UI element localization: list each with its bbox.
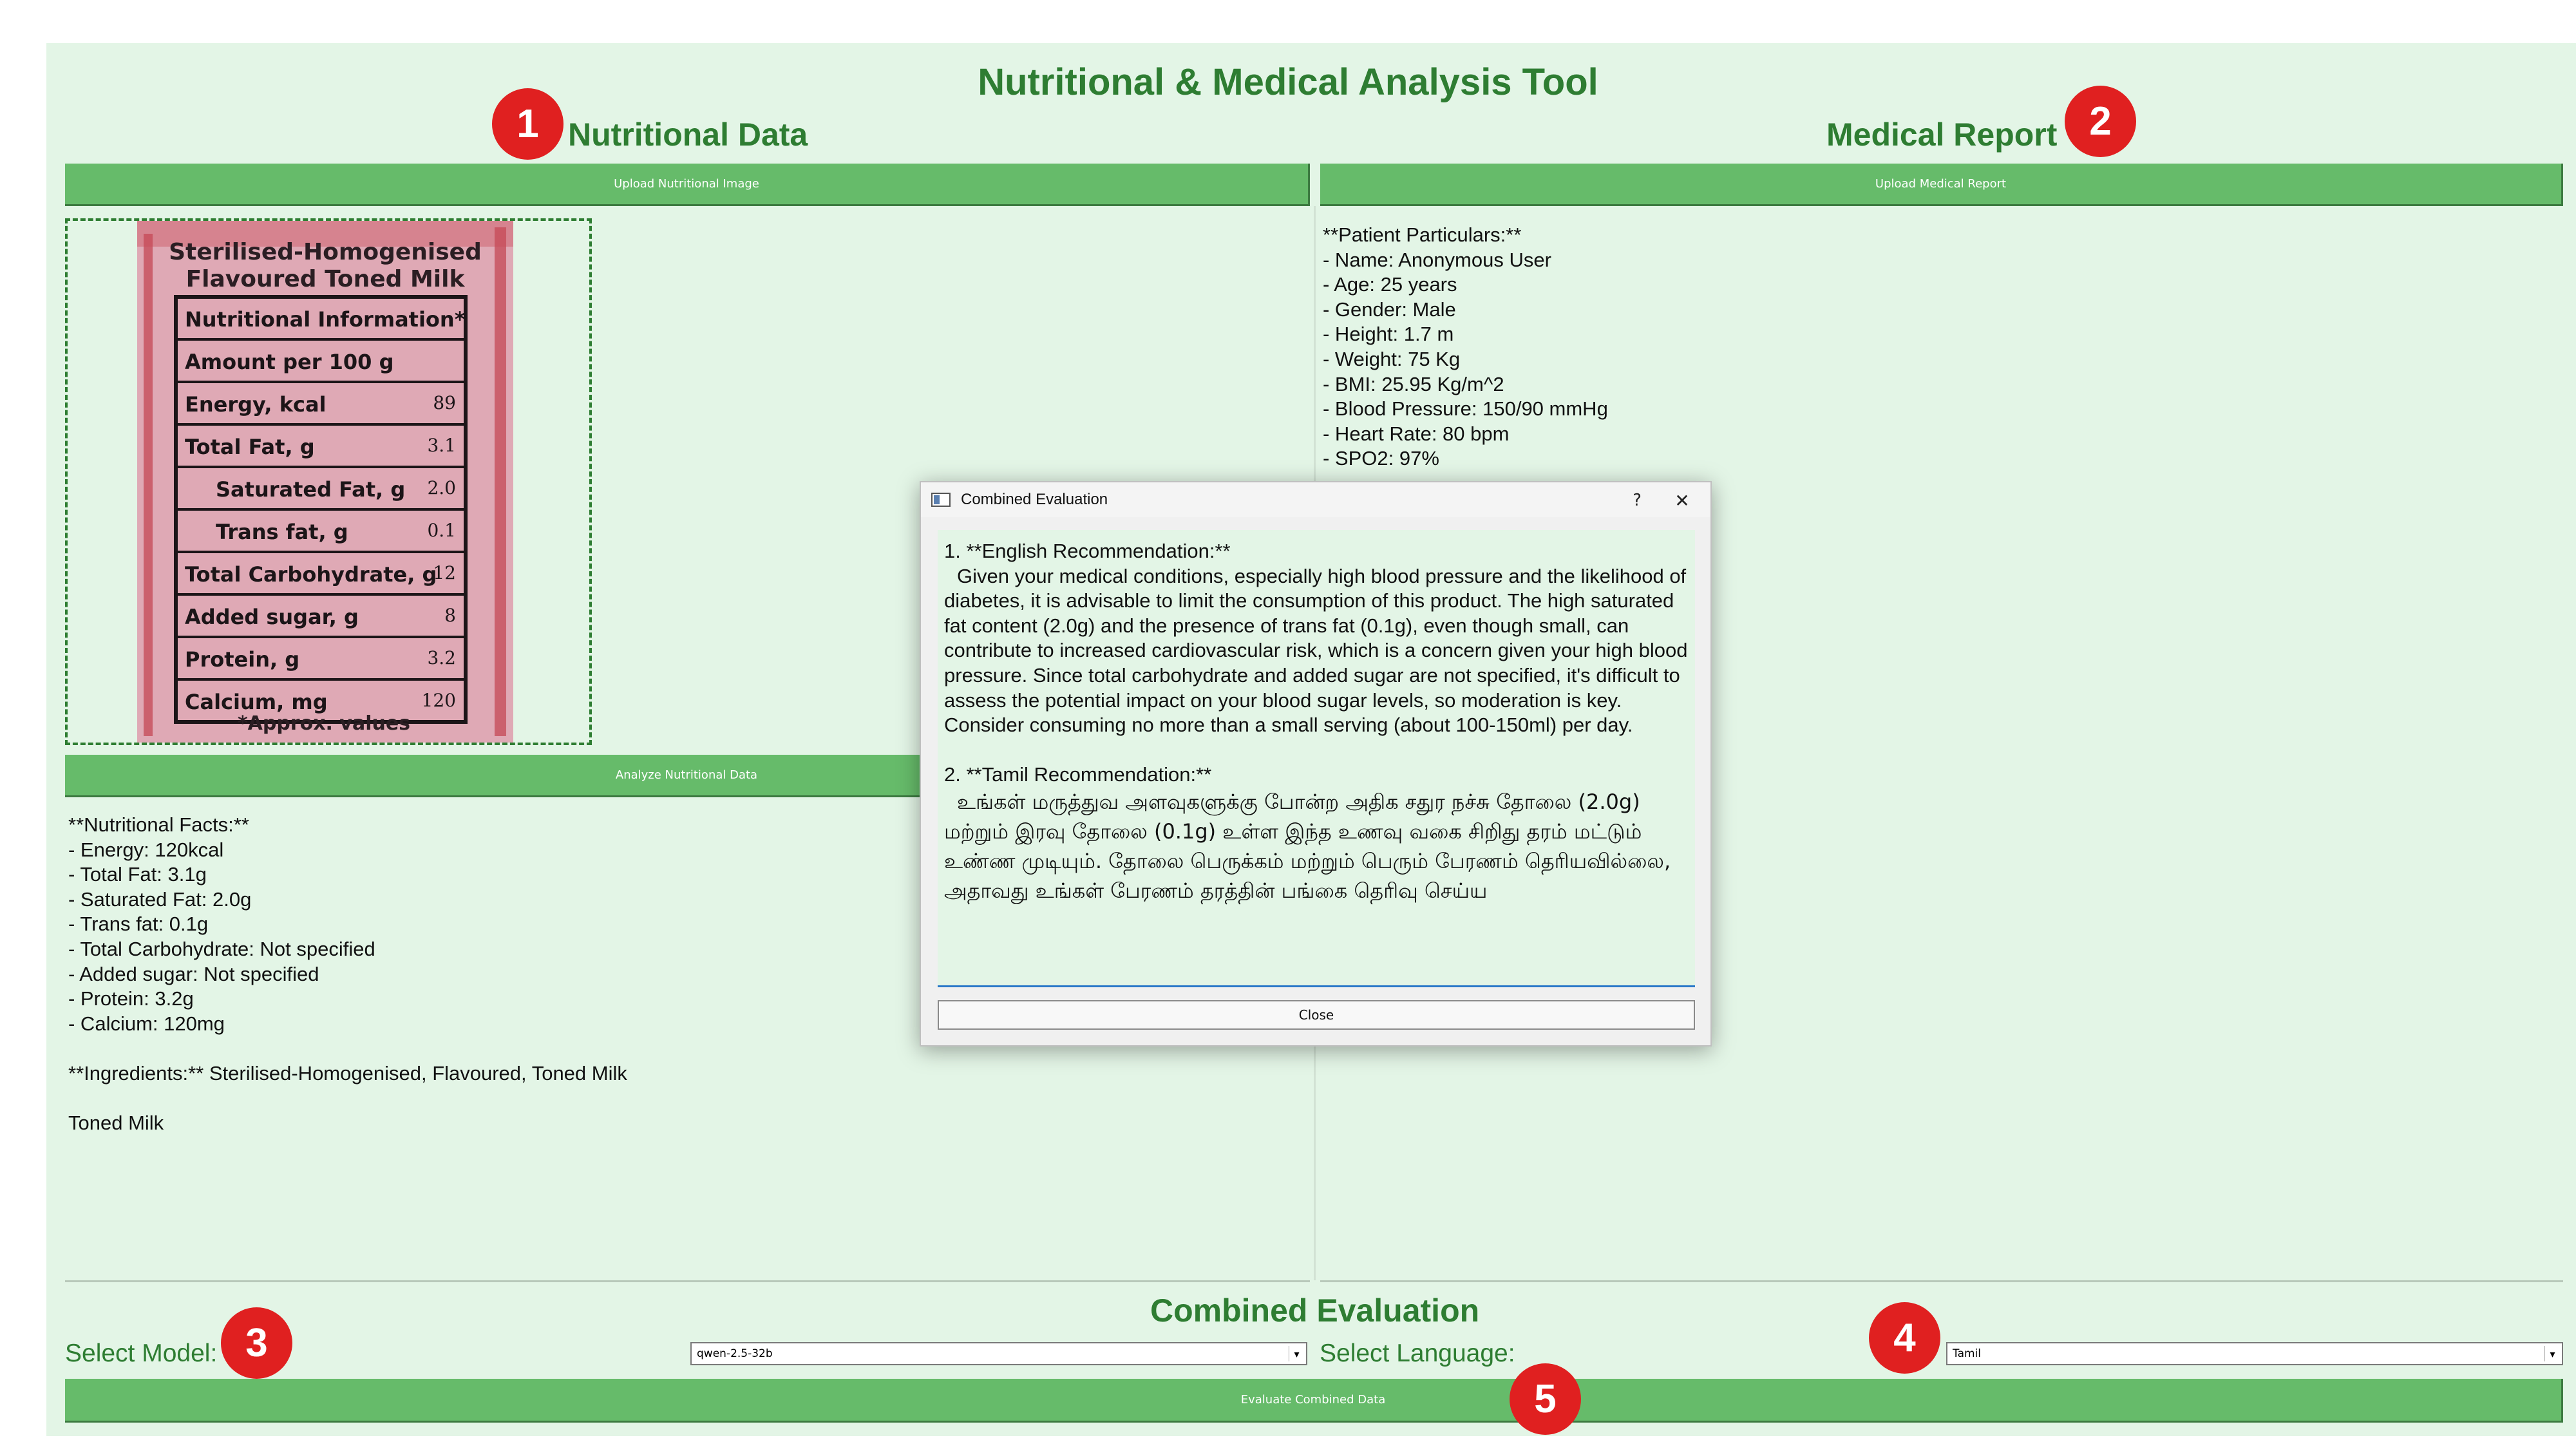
english-recommendation: Given your medical conditions, especiall… <box>944 564 1688 737</box>
nutrition-label-image: Sterilised-Homogenised Flavoured Toned M… <box>137 221 513 743</box>
close-button[interactable]: Close <box>938 1000 1695 1030</box>
window-icon <box>931 493 951 507</box>
nutrition-label-graphic: Sterilised-Homogenised Flavoured Toned M… <box>137 221 513 743</box>
annotation-badge-1: 1 <box>492 88 564 160</box>
english-heading: 1. **English Recommendation:** <box>944 540 1231 562</box>
right-bottom-divider <box>1320 1280 2563 1282</box>
annotation-badge-3: 3 <box>221 1307 292 1379</box>
label-row-value: 12 <box>433 562 456 583</box>
dialog-titlebar[interactable]: Combined Evaluation ? ✕ <box>921 482 1710 517</box>
evaluate-combined-data-button[interactable]: Evaluate Combined Data <box>65 1379 2563 1423</box>
label-row-value: 89 <box>433 392 456 413</box>
annotation-badge-5: 5 <box>1510 1363 1581 1435</box>
model-select[interactable]: qwen-2.5-32b ▾ <box>690 1342 1307 1365</box>
upload-nutritional-image-button[interactable]: Upload Nutritional Image <box>65 164 1310 206</box>
annotation-badge-2: 2 <box>2065 86 2136 157</box>
help-icon[interactable]: ? <box>1623 488 1651 513</box>
language-select[interactable]: Tamil ▾ <box>1946 1342 2563 1365</box>
label-row-value: 3.2 <box>427 647 456 668</box>
label-row-name: Protein, g <box>185 647 299 672</box>
label-row-name: Nutritional Information* <box>185 307 466 332</box>
label-row-value: 0.1 <box>427 520 456 541</box>
label-footnote: *Approx. values <box>238 712 410 735</box>
select-language-label: Select Language: <box>1320 1340 1515 1367</box>
left-bottom-divider <box>65 1280 1310 1282</box>
annotation-badge-4: 4 <box>1869 1302 1940 1374</box>
nutritional-output-text: **Nutritional Facts:** - Energy: 120kcal… <box>68 813 627 1135</box>
language-select-value: Tamil <box>1953 1347 1981 1360</box>
label-row-name: Calcium, mg <box>185 690 328 714</box>
label-product-line1: Sterilised-Homogenised <box>169 239 482 265</box>
select-model-label: Select Model: <box>65 1340 218 1367</box>
label-row-name: Saturated Fat, g <box>216 477 405 502</box>
close-icon[interactable]: ✕ <box>1668 488 1696 513</box>
tamil-heading: 2. **Tamil Recommendation:** <box>944 762 1212 786</box>
label-product-line2: Flavoured Toned Milk <box>186 266 466 292</box>
label-row-value: 120 <box>422 690 456 711</box>
label-row-name: Total Fat, g <box>185 435 315 459</box>
label-row-value: 8 <box>444 605 456 626</box>
model-select-value: qwen-2.5-32b <box>697 1347 773 1360</box>
dialog-title: Combined Evaluation <box>961 491 1108 508</box>
label-row-value: 3.1 <box>427 435 456 456</box>
medical-report-heading: Medical Report <box>1826 117 2058 153</box>
tamil-recommendation: உங்கள் மருத்துவ அளவுகளுக்கு போன்ற அதிக ச… <box>944 790 1671 904</box>
label-row-name: Total Carbohydrate, g <box>185 562 437 587</box>
dropdown-arrow-icon[interactable]: ▾ <box>2544 1346 2560 1361</box>
dropdown-arrow-icon[interactable]: ▾ <box>1289 1346 1304 1361</box>
label-row-value: 2.0 <box>427 477 456 498</box>
evaluation-text-area[interactable]: 1. **English Recommendation:** Given you… <box>938 530 1695 987</box>
label-row-name: Amount per 100 g <box>185 350 393 374</box>
nutritional-data-heading: Nutritional Data <box>568 117 808 153</box>
combined-evaluation-dialog: Combined Evaluation ? ✕ 1. **English Rec… <box>920 481 1712 1046</box>
app-title: Nutritional & Medical Analysis Tool <box>978 61 1598 103</box>
upload-medical-report-button[interactable]: Upload Medical Report <box>1320 164 2563 206</box>
label-row-name: Energy, kcal <box>185 392 327 417</box>
medical-output-text: **Patient Particulars:** - Name: Anonymo… <box>1323 223 1608 470</box>
evaluation-text: 1. **English Recommendation:** Given you… <box>944 539 1691 905</box>
label-row-name: Trans fat, g <box>216 520 348 544</box>
combined-evaluation-heading: Combined Evaluation <box>1150 1293 1480 1329</box>
nutritional-image-frame: Sterilised-Homogenised Flavoured Toned M… <box>65 218 592 745</box>
label-row-name: Added sugar, g <box>185 605 359 629</box>
